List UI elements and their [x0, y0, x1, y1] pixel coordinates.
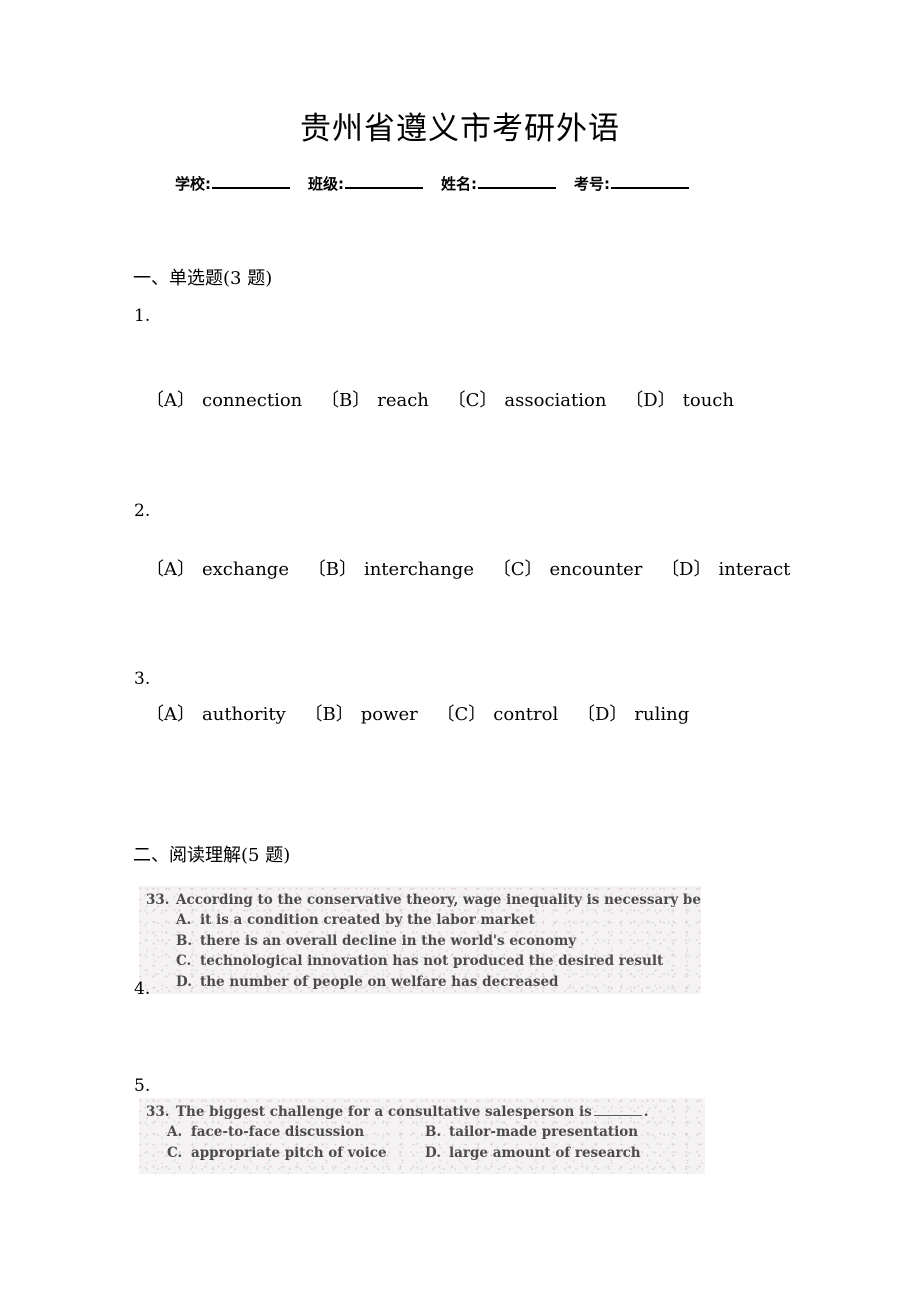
option-text-3-d: ruling	[634, 704, 690, 725]
scan-stem-4: 33. According to the conservative theory…	[139, 886, 701, 910]
scan-option-text-4-d: the number of people on welfare has decr…	[200, 973, 559, 990]
options-row-question-3: 〔A〕 authority 〔B〕 power 〔C〕 control 〔D〕 ruli…	[146, 703, 689, 727]
scan-option-text-5-a: face-to-face discussion	[191, 1124, 365, 1140]
info-label-school: 学校:	[175, 175, 211, 193]
option-key-2-b: 〔B〕	[307, 559, 357, 580]
option-key-2-d: 〔D〕	[661, 559, 712, 580]
scan-option-letter-4-a: A.	[176, 912, 192, 928]
scan-option-letter-5-c: C.	[167, 1145, 183, 1161]
option-text-2-b: interchange	[363, 559, 474, 580]
option-3-c[interactable]: 〔C〕 control	[437, 703, 559, 727]
option-2-b[interactable]: 〔B〕 interchange	[308, 558, 474, 582]
option-2-a[interactable]: 〔A〕 exchange	[146, 558, 289, 582]
option-text-2-c: encounter	[549, 559, 643, 580]
scan-option-row-5-1: A. face-to-face discussion B. tailor-mad…	[139, 1122, 705, 1143]
option-key-3-a: 〔A〕	[146, 704, 195, 725]
scan-stem-text-5: The biggest challenge for a consultative…	[176, 1102, 648, 1122]
page-title: 贵州省遵义市考研外语	[300, 111, 620, 147]
scan-option-5-c: C. appropriate pitch of voice	[167, 1143, 425, 1164]
info-field-exam-number: 考号:	[574, 172, 689, 195]
option-key-1-b: 〔B〕	[321, 390, 371, 411]
question-number-4: 4.	[134, 979, 151, 999]
info-field-name: 姓名:	[441, 172, 574, 195]
question-number-1: 1.	[134, 306, 151, 326]
option-3-d[interactable]: 〔D〕 ruling	[577, 703, 689, 727]
scan-option-4-b: B. there is an overall decline in the wo…	[139, 931, 701, 952]
exam-paper-page: 贵州省遵义市考研外语 学校: 班级: 姓名: 考号: 一、单选题(3 题) 1.…	[0, 0, 920, 1302]
info-field-class: 班级:	[308, 172, 441, 195]
scan-option-text-5-c: appropriate pitch of voice	[191, 1145, 387, 1161]
scan-option-5-a: A. face-to-face discussion	[167, 1122, 425, 1143]
scan-option-4-a: A. it is a condition created by the labo…	[139, 910, 701, 931]
scan-option-letter-4-b: B.	[176, 932, 193, 949]
option-3-b[interactable]: 〔B〕 power	[305, 703, 418, 727]
option-1-b[interactable]: 〔B〕 reach	[321, 389, 429, 413]
option-3-a[interactable]: 〔A〕 authority	[146, 703, 286, 727]
option-1-a[interactable]: 〔A〕 connection	[146, 389, 302, 413]
scan-fill-blank-5	[593, 1104, 642, 1116]
info-blank-name[interactable]	[478, 172, 556, 189]
option-text-3-b: power	[360, 704, 418, 725]
info-label-class: 班级:	[308, 175, 344, 193]
option-key-1-c: 〔C〕	[447, 390, 498, 411]
info-blank-school[interactable]	[212, 172, 290, 189]
info-label-exam-number: 考号:	[574, 175, 610, 193]
section-heading-reading-comprehension: 二、阅读理解(5 题)	[133, 845, 291, 866]
scan-option-text-5-d: large amount of research	[449, 1145, 641, 1161]
scanned-question-image-5: 33. The biggest challenge for a consulta…	[139, 1098, 705, 1174]
student-info-line: 学校: 班级: 姓名: 考号:	[175, 172, 775, 195]
options-row-question-2: 〔A〕 exchange 〔B〕 interchange 〔C〕 encounter …	[146, 558, 790, 582]
option-key-3-b: 〔B〕	[304, 704, 354, 725]
scan-option-text-4-a: it is a condition created by the labor m…	[200, 912, 535, 928]
option-text-1-c: association	[504, 390, 607, 411]
scanned-question-image-4: 33. According to the conservative theory…	[139, 886, 701, 994]
options-row-question-1: 〔A〕 connection 〔B〕 reach 〔C〕 association 〔D…	[146, 389, 734, 413]
option-key-1-d: 〔D〕	[625, 390, 676, 411]
option-text-1-d: touch	[682, 390, 734, 411]
scan-stem-number-4: 33.	[146, 892, 170, 908]
question-number-3: 3.	[134, 669, 151, 689]
option-key-1-a: 〔A〕	[146, 390, 195, 411]
question-number-2: 2.	[134, 501, 151, 521]
scan-stem-number-5: 33.	[146, 1104, 170, 1120]
section-heading-single-choice: 一、单选题(3 题)	[133, 268, 273, 289]
scan-option-row-5-2: C. appropriate pitch of voice D. large a…	[139, 1143, 705, 1164]
option-key-3-d: 〔D〕	[576, 704, 628, 725]
scan-option-5-b: B. tailor-made presentation	[425, 1122, 638, 1143]
scan-stem-text-4: According to the conservative theory, wa…	[176, 890, 701, 910]
option-key-3-c: 〔C〕	[436, 704, 487, 725]
scan-option-5-d: D. large amount of research	[425, 1143, 641, 1164]
scan-option-4-c: C. technological innovation has not prod…	[139, 951, 701, 972]
question-number-5: 5.	[134, 1076, 151, 1096]
option-1-c[interactable]: 〔C〕 association	[448, 389, 607, 413]
option-text-2-d: interact	[718, 559, 791, 580]
scan-stem-text-before-5: The biggest challenge for a consultative…	[176, 1104, 592, 1120]
scan-stem-5: 33. The biggest challenge for a consulta…	[139, 1098, 705, 1122]
scan-option-text-4-b: there is an overall decline in the world…	[200, 932, 577, 949]
info-blank-exam-number[interactable]	[611, 172, 689, 189]
option-text-2-a: exchange	[202, 559, 289, 580]
option-key-2-c: 〔C〕	[492, 559, 543, 580]
info-blank-class[interactable]	[345, 172, 423, 189]
scan-option-text-5-b: tailor-made presentation	[449, 1124, 639, 1140]
scan-stem-text-before-4: According to the conservative theory, wa…	[176, 892, 701, 908]
scan-option-letter-5-d: D.	[425, 1145, 441, 1161]
option-key-2-a: 〔A〕	[146, 559, 195, 580]
option-text-1-a: connection	[202, 390, 303, 411]
option-2-c[interactable]: 〔C〕 encounter	[493, 558, 643, 582]
scan-option-4-d: D. the number of people on welfare has d…	[139, 972, 701, 993]
scan-stem-text-after-5: .	[643, 1104, 649, 1120]
option-text-3-c: control	[493, 704, 559, 725]
option-text-3-a: authority	[202, 704, 286, 725]
option-1-d[interactable]: 〔D〕 touch	[625, 389, 734, 413]
scan-option-letter-4-c: C.	[176, 953, 192, 969]
scan-option-letter-5-b: B.	[425, 1124, 442, 1140]
info-field-school: 学校:	[175, 172, 308, 195]
option-2-d[interactable]: 〔D〕 interact	[661, 558, 790, 582]
option-text-1-b: reach	[377, 390, 429, 411]
scan-option-text-4-c: technological innovation has not produce…	[200, 953, 664, 969]
scan-option-letter-5-a: A.	[167, 1124, 183, 1140]
scan-option-letter-4-d: D.	[176, 973, 192, 990]
info-label-name: 姓名:	[441, 175, 477, 193]
